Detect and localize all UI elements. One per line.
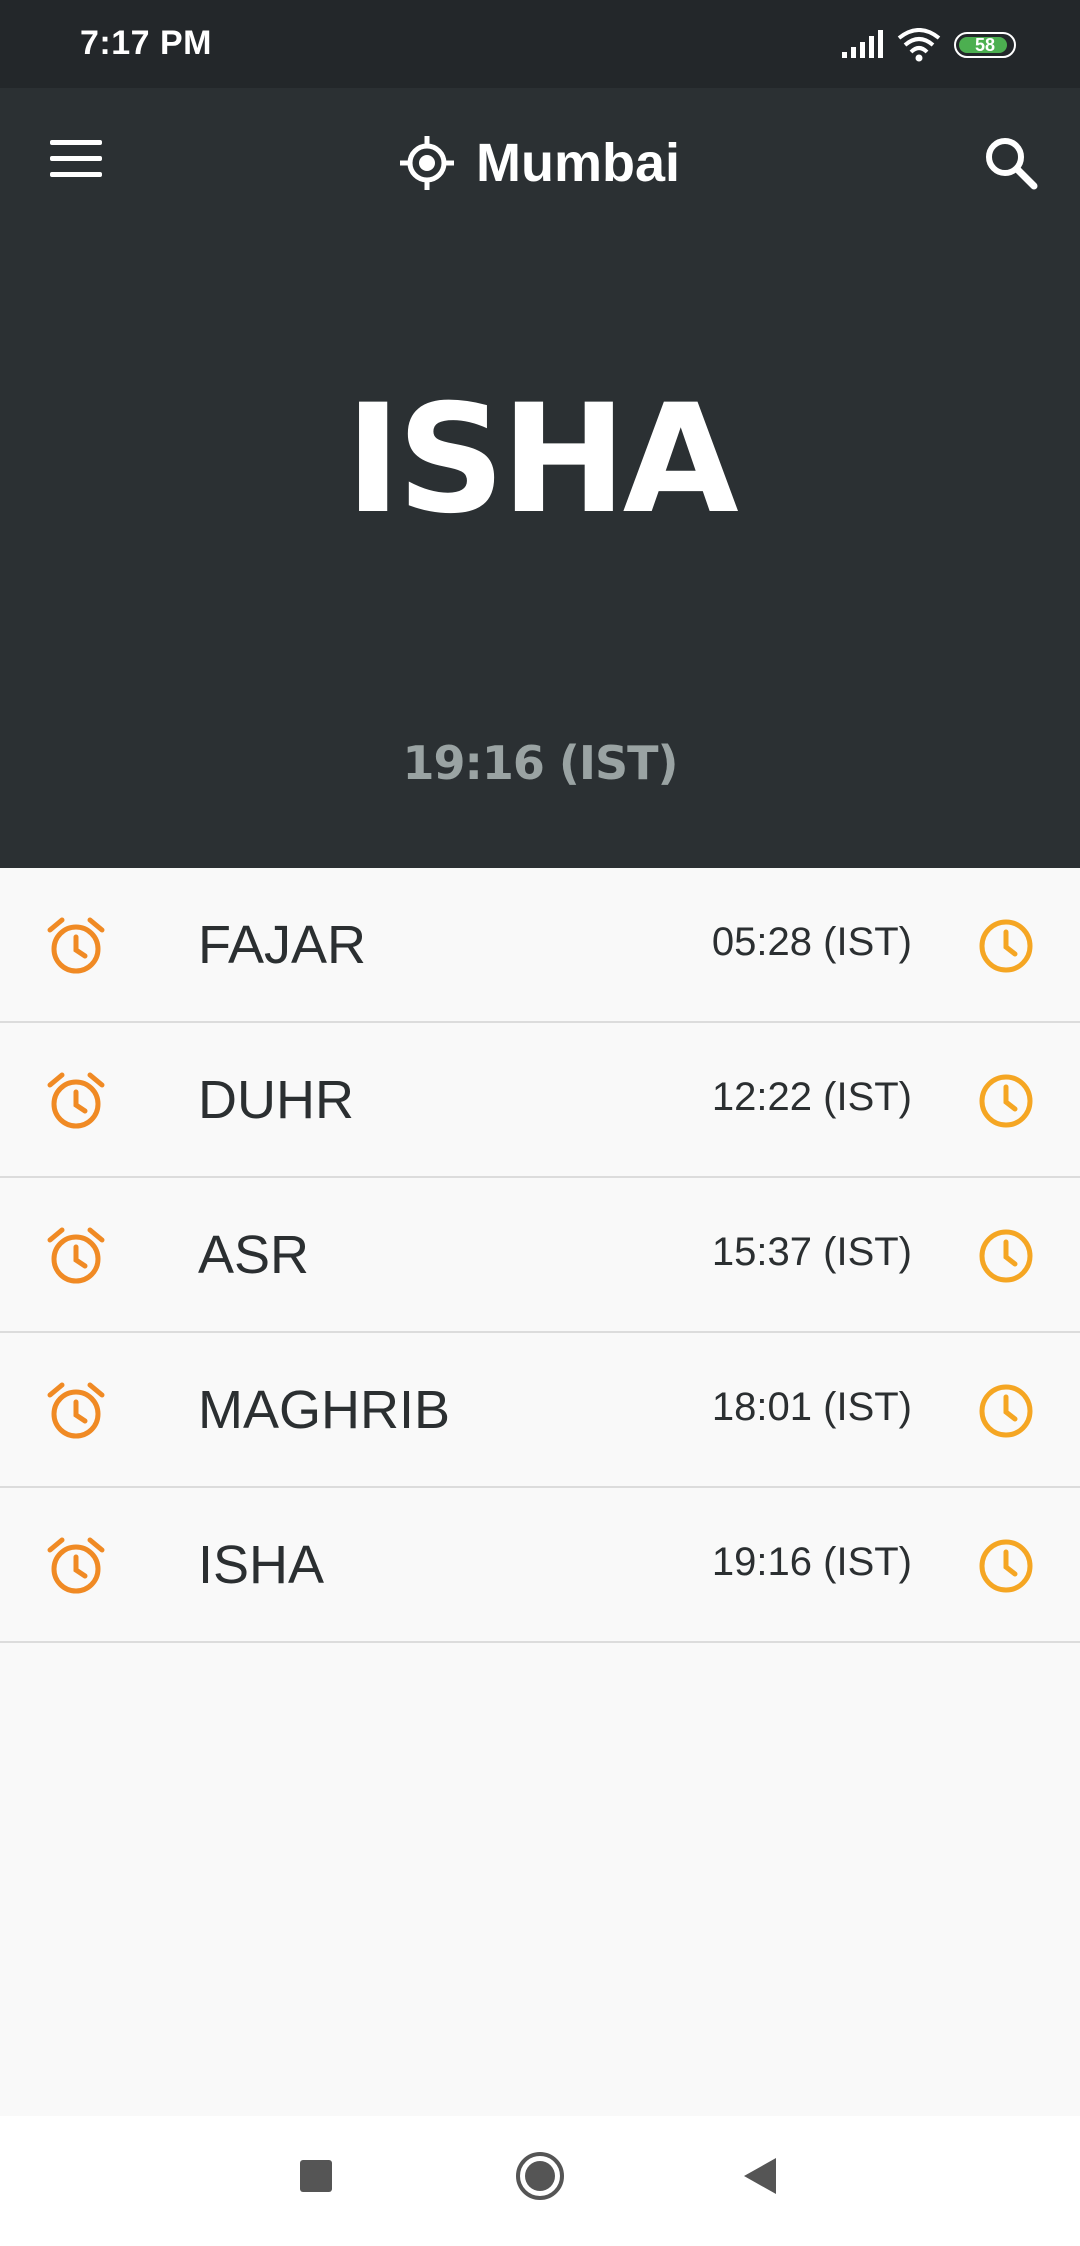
recents-button[interactable] — [296, 2156, 336, 2196]
prayer-time: 15:37 (IST) — [711, 1230, 912, 1274]
prayer-name: ISHA — [198, 1535, 325, 1595]
clock-icon — [979, 919, 1033, 973]
current-prayer-name: ISHA — [345, 373, 738, 547]
status-bar: 7:17 PM 58 — [0, 0, 1080, 88]
clock-icon — [979, 1384, 1033, 1438]
battery-level: 58 — [974, 35, 996, 55]
prayer-row-maghrib[interactable]: MAGHRIB 18:01 (IST) — [0, 1333, 1080, 1488]
prayer-name: FAJAR — [198, 915, 367, 975]
search-icon — [986, 138, 1038, 190]
system-nav-bar — [0, 2116, 1080, 2246]
clock-icon — [979, 1539, 1033, 1593]
signal-icon — [842, 30, 883, 58]
prayer-row-asr[interactable]: ASR 15:37 (IST) — [0, 1178, 1080, 1333]
prayer-time: 05:28 (IST) — [711, 920, 912, 964]
location-selector[interactable]: Mumbai — [0, 132, 1080, 195]
alarm-icon[interactable] — [46, 1226, 106, 1286]
location-target-icon — [399, 136, 454, 190]
clock-icon — [979, 1229, 1033, 1283]
prayer-row-duhr[interactable]: DUHR 12:22 (IST) — [0, 1023, 1080, 1178]
alarm-icon[interactable] — [46, 916, 106, 976]
wifi-icon — [897, 28, 941, 62]
prayer-name: DUHR — [198, 1070, 354, 1130]
prayer-name: ASR — [198, 1225, 310, 1285]
prayer-row-fajar[interactable]: FAJAR 05:28 (IST) — [0, 868, 1080, 1023]
alarm-icon[interactable] — [46, 1381, 106, 1441]
prayer-row-isha[interactable]: ISHA 19:16 (IST) — [0, 1488, 1080, 1643]
prayer-time: 19:16 (IST) — [711, 1540, 912, 1584]
status-time: 7:17 PM — [80, 24, 212, 62]
prayer-list: FAJAR 05:28 (IST) DUHR 12:22 (IST) ASR 1… — [0, 868, 1080, 1643]
prayer-time: 18:01 (IST) — [711, 1385, 912, 1429]
current-prayer-time: 19:16 (IST) — [402, 736, 678, 790]
clock-icon — [979, 1074, 1033, 1128]
alarm-icon[interactable] — [46, 1071, 106, 1131]
home-button[interactable] — [514, 2150, 566, 2202]
battery-icon: 58 — [954, 32, 1016, 58]
alarm-icon[interactable] — [46, 1536, 106, 1596]
search-button[interactable] — [982, 134, 1040, 192]
back-button[interactable] — [740, 2156, 780, 2196]
header: Mumbai ISHA 19:16 (IST) — [0, 88, 1080, 868]
prayer-name: MAGHRIB — [198, 1380, 451, 1440]
prayer-time: 12:22 (IST) — [711, 1075, 912, 1119]
location-name: Mumbai — [475, 133, 680, 193]
